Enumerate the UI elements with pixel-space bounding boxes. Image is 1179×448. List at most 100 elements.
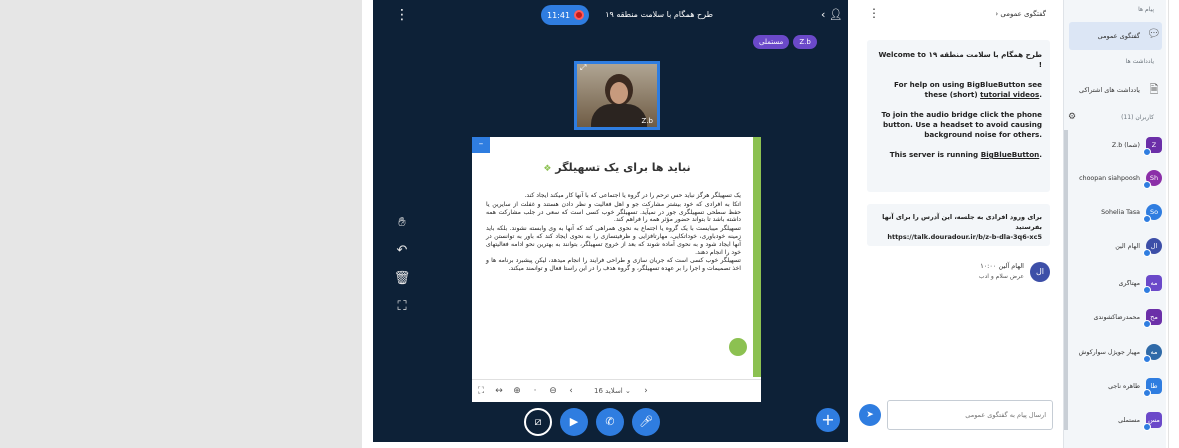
whiteboard-toolbar: ✋︎ ↶ 🗑︎ ⛶ bbox=[389, 212, 415, 324]
invite-url[interactable]: https://talk.douradour.ir/b/z-b-dla-3q6-… bbox=[875, 232, 1042, 242]
user-name: محمدرضاکشوندی bbox=[1093, 313, 1140, 321]
bigbluebutton-link[interactable]: BigBlueButton bbox=[981, 150, 1040, 159]
user-name: طاهره ناجی bbox=[1108, 382, 1140, 390]
mic-icon bbox=[1143, 320, 1151, 328]
slide-paragraph: تسهیلگر میبایست با یک گروه یا اجتماع به … bbox=[486, 225, 741, 256]
zoom-in-icon[interactable]: ⊕ bbox=[508, 386, 526, 396]
message-time: ۱۰:۰۰ bbox=[980, 262, 997, 270]
presentation-title: طرح همگام با سلامت منطقه ۱۹ bbox=[605, 10, 713, 19]
minimize-presentation-button[interactable]: – bbox=[472, 137, 490, 153]
user-list-item[interactable]: مهتاگری مه bbox=[1069, 271, 1162, 295]
mic-icon bbox=[1143, 389, 1151, 397]
slide-paragraph: تسهیلگر خوب کسی است که جریان سازی و طراح… bbox=[486, 257, 741, 273]
presentation-toolbar: ⛶ ↔ ⊕ · ⊖ ‹ ⌄ اسلاید 16 › bbox=[472, 379, 761, 402]
running-line: This server is running BigBlueButton. bbox=[889, 150, 1042, 159]
user-list-item[interactable]: الهام آلین ال bbox=[1069, 234, 1162, 258]
message-sender: الهام آلین ۱۰:۰۰ bbox=[980, 262, 1024, 270]
user-name: choopan siahpoosh bbox=[1079, 174, 1140, 182]
avatar-initials: So bbox=[1149, 208, 1159, 216]
webcam-person-body bbox=[591, 104, 647, 127]
webcam-tile[interactable]: ⤢ Z.b bbox=[574, 61, 660, 130]
chat-bubble-icon: 💬︎ bbox=[1147, 27, 1161, 40]
scrollbar[interactable] bbox=[1064, 130, 1068, 430]
talker-badge[interactable]: Z.b bbox=[793, 35, 817, 49]
screen-share-button[interactable]: ⧄ bbox=[524, 408, 552, 436]
mic-icon bbox=[1143, 148, 1151, 156]
slide-paragraph: اتکا به افرادی که خود بیشتر مشارکت جو و … bbox=[486, 200, 741, 224]
chat-input-row: ➤ bbox=[859, 400, 1053, 430]
section-users-label: کاربران (11) bbox=[1121, 114, 1154, 121]
avatar-initials: مح bbox=[1150, 313, 1158, 321]
microphone-button[interactable]: 🎤︎ bbox=[632, 408, 660, 436]
bigbluebutton-app: ⋮ 11:41 طرح همگام با سلامت منطقه ۱۹ ‹ 👤︎… bbox=[373, 0, 1179, 448]
mic-icon bbox=[1143, 286, 1151, 294]
welcome-message: Welcome to طرح همگام با سلامت منطقه ۱۹ !… bbox=[867, 40, 1050, 192]
phone-audio-button[interactable]: ✆ bbox=[596, 408, 624, 436]
user-list-item[interactable]: طاهره ناجی طا bbox=[1069, 374, 1162, 398]
audio-line: To join the audio bridge click the phone… bbox=[881, 110, 1043, 139]
welcome-line: Welcome to طرح همگام با سلامت منطقه ۱۹ ! bbox=[878, 50, 1042, 69]
tutorial-videos-link[interactable]: tutorial videos bbox=[980, 90, 1039, 99]
slide-title: نباید ها برای یک تسهیلگر ❖ bbox=[512, 161, 722, 174]
webcam-name-label: Z.b bbox=[641, 117, 653, 125]
chat-header: ⋮ گفتگوی عمومی ‹ bbox=[853, 4, 1058, 22]
user-list-item[interactable]: مستملی مس bbox=[1069, 408, 1162, 432]
zoom-reset-icon[interactable]: · bbox=[526, 386, 544, 396]
message-text: عرض سلام و ادب bbox=[978, 273, 1024, 280]
hand-tool-icon[interactable]: ✋︎ bbox=[391, 212, 413, 234]
options-menu-icon[interactable]: ⋮ bbox=[395, 6, 409, 26]
clear-trash-icon[interactable]: 🗑︎ bbox=[391, 268, 413, 290]
webcam-person-face bbox=[610, 82, 628, 104]
avatar-initials: Z bbox=[1151, 141, 1157, 149]
chat-message: ال الهام آلین ۱۰:۰۰ عرض سلام و ادب bbox=[867, 262, 1050, 292]
chat-title[interactable]: گفتگوی عمومی ‹ bbox=[995, 10, 1046, 18]
public-chat-item[interactable]: گفتگوی عمومی 💬︎ bbox=[1069, 22, 1162, 50]
avatar: مه bbox=[1143, 344, 1162, 363]
chat-options-icon[interactable]: ⋮ bbox=[868, 6, 880, 20]
actions-bar: ⧄ ▶︎ ✆ 🎤︎ bbox=[524, 408, 660, 436]
invite-message: برای ورود افرادی به جلسه، این آدرس را بر… bbox=[867, 204, 1050, 246]
avatar-initials: مه bbox=[1150, 348, 1158, 356]
fullscreen-icon[interactable]: ⛶ bbox=[472, 386, 490, 396]
talking-indicator: Z.b مستملی bbox=[753, 35, 817, 49]
gear-icon[interactable]: ⚙ bbox=[1068, 112, 1076, 122]
main-area: ⋮ 11:41 طرح همگام با سلامت منطقه ۱۹ ‹ 👤︎… bbox=[373, 0, 848, 442]
avatar: ال bbox=[1143, 238, 1162, 257]
actions-plus-button[interactable]: + bbox=[816, 408, 840, 432]
user-list-item[interactable]: choopan siahpoosh Sh bbox=[1069, 166, 1162, 190]
expand-icon[interactable]: ⤢ bbox=[580, 64, 586, 73]
chat-message-input[interactable] bbox=[887, 400, 1053, 430]
slide-page-select[interactable]: ⌄ اسلاید 16 bbox=[588, 387, 637, 395]
shared-notes-label: یادداشت های اشتراکی bbox=[1079, 86, 1140, 94]
user-list-item[interactable]: محمدرضاکشوندی مح bbox=[1069, 305, 1162, 329]
user-name: مهیار جویژل سوارکوش bbox=[1078, 348, 1140, 356]
fit-width-icon[interactable]: ↔ bbox=[490, 386, 508, 396]
mic-icon bbox=[1143, 181, 1151, 189]
avatar: مح bbox=[1143, 309, 1162, 328]
chevron-down-icon: ⌄ bbox=[625, 387, 631, 395]
user-list-item[interactable]: Sohelia Tasa So bbox=[1069, 200, 1162, 224]
running-text: This server is running bbox=[889, 150, 979, 159]
diamond-bullet-icon: ❖ bbox=[543, 164, 552, 174]
note-icon: 🗎 bbox=[1149, 83, 1159, 96]
avatar-initials: Sh bbox=[1149, 174, 1159, 182]
shared-notes-item[interactable]: یادداشت های اشتراکی 🗎 bbox=[1069, 76, 1162, 104]
multi-user-whiteboard-icon[interactable]: ⛶ bbox=[391, 296, 413, 318]
help-line: For help on using BigBlueButton see thes… bbox=[894, 80, 1042, 99]
talker-badge[interactable]: مستملی bbox=[753, 35, 790, 49]
user-name: الهام آلین bbox=[1115, 242, 1140, 250]
user-list-toggle-icon[interactable]: ‹ 👤︎ bbox=[821, 8, 843, 21]
next-slide-icon[interactable]: › bbox=[637, 386, 655, 396]
send-message-button[interactable]: ➤ bbox=[859, 404, 881, 426]
undo-icon[interactable]: ↶ bbox=[391, 240, 413, 262]
presentation-slide: – نباید ها برای یک تسهیلگر ❖ یک تسهیلگر … bbox=[472, 137, 761, 402]
zoom-out-icon[interactable]: ⊖ bbox=[544, 386, 562, 396]
avatar-initials: ال bbox=[1150, 242, 1158, 250]
previous-slide-icon[interactable]: ‹ bbox=[562, 386, 580, 396]
avatar-initials: مه bbox=[1150, 279, 1158, 287]
user-name: Sohelia Tasa bbox=[1101, 208, 1140, 216]
mic-icon bbox=[1143, 423, 1151, 431]
user-list-item[interactable]: مهیار جویژل سوارکوش مه bbox=[1069, 340, 1162, 364]
user-list-item[interactable]: Z.b (شما) Z bbox=[1069, 133, 1162, 157]
camera-button[interactable]: ▶︎ bbox=[560, 408, 588, 436]
